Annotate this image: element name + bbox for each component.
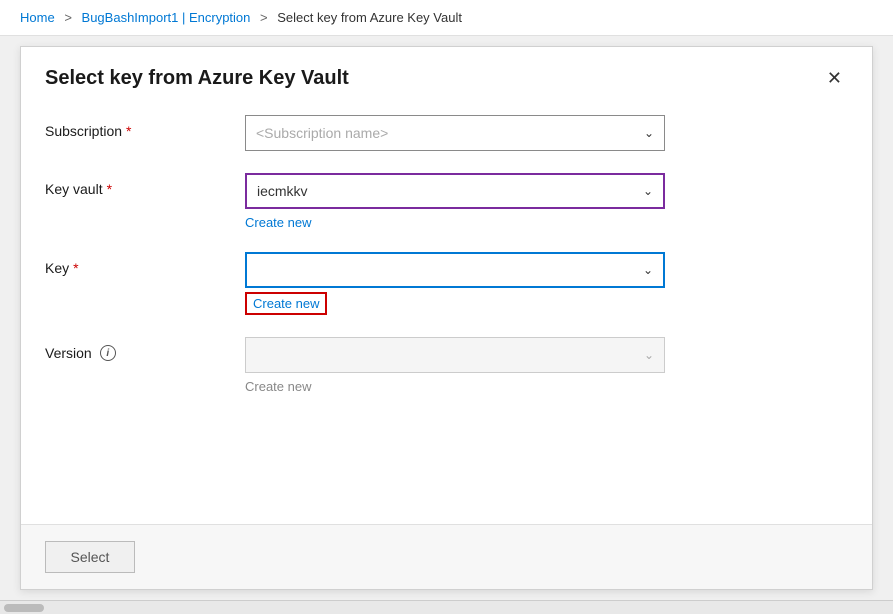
breadcrumb-home[interactable]: Home xyxy=(20,10,55,25)
dialog-title: Select key from Azure Key Vault xyxy=(45,67,349,90)
subscription-control: <Subscription name> ⌄ xyxy=(245,115,848,151)
breadcrumb-sep-1: > xyxy=(64,10,72,25)
subscription-value: <Subscription name> xyxy=(256,125,388,141)
version-chevron-icon: ⌄ xyxy=(644,348,654,362)
key-create-new-link[interactable]: Create new xyxy=(245,292,327,315)
breadcrumb-sep-2: > xyxy=(260,10,268,25)
subscription-required: * xyxy=(126,123,131,139)
breadcrumb-current: Select key from Azure Key Vault xyxy=(277,10,462,25)
subscription-row: Subscription * <Subscription name> ⌄ xyxy=(45,115,848,151)
horizontal-scrollbar[interactable] xyxy=(0,600,893,614)
key-vault-required: * xyxy=(107,181,112,197)
subscription-dropdown[interactable]: <Subscription name> ⌄ xyxy=(245,115,665,151)
select-button[interactable]: Select xyxy=(45,541,135,573)
key-vault-chevron-icon: ⌄ xyxy=(643,184,653,198)
key-row: Key * ⌄ Create new xyxy=(45,252,848,315)
dialog: Select key from Azure Key Vault ✕ Subscr… xyxy=(20,46,873,590)
key-required: * xyxy=(73,260,78,276)
scrollbar-thumb[interactable] xyxy=(4,604,44,612)
key-vault-dropdown[interactable]: iecmkkv ⌄ xyxy=(245,173,665,209)
version-dropdown[interactable]: ⌄ xyxy=(245,337,665,373)
key-dropdown[interactable]: ⌄ xyxy=(245,252,665,288)
version-control: ⌄ Create new xyxy=(245,337,848,394)
subscription-label: Subscription * xyxy=(45,115,245,139)
dialog-header: Select key from Azure Key Vault ✕ xyxy=(21,47,872,105)
key-label: Key * xyxy=(45,252,245,276)
version-create-new-label: Create new xyxy=(245,379,848,394)
key-control: ⌄ Create new xyxy=(245,252,848,315)
breadcrumb: Home > BugBashImport1 | Encryption > Sel… xyxy=(0,0,893,36)
dialog-footer: Select xyxy=(21,524,872,589)
key-vault-label: Key vault * xyxy=(45,173,245,197)
version-label: Version i xyxy=(45,337,245,361)
key-vault-row: Key vault * iecmkkv ⌄ Create new xyxy=(45,173,848,230)
version-info-icon[interactable]: i xyxy=(100,345,116,361)
key-vault-create-new-link[interactable]: Create new xyxy=(245,215,848,230)
version-row: Version i ⌄ Create new xyxy=(45,337,848,394)
subscription-chevron-icon: ⌄ xyxy=(644,126,654,140)
close-button[interactable]: ✕ xyxy=(821,65,848,91)
key-vault-control: iecmkkv ⌄ Create new xyxy=(245,173,848,230)
key-chevron-icon: ⌄ xyxy=(643,263,653,277)
breadcrumb-parent[interactable]: BugBashImport1 | Encryption xyxy=(82,10,251,25)
dialog-body: Subscription * <Subscription name> ⌄ Key… xyxy=(21,105,872,524)
key-vault-value: iecmkkv xyxy=(257,183,308,199)
